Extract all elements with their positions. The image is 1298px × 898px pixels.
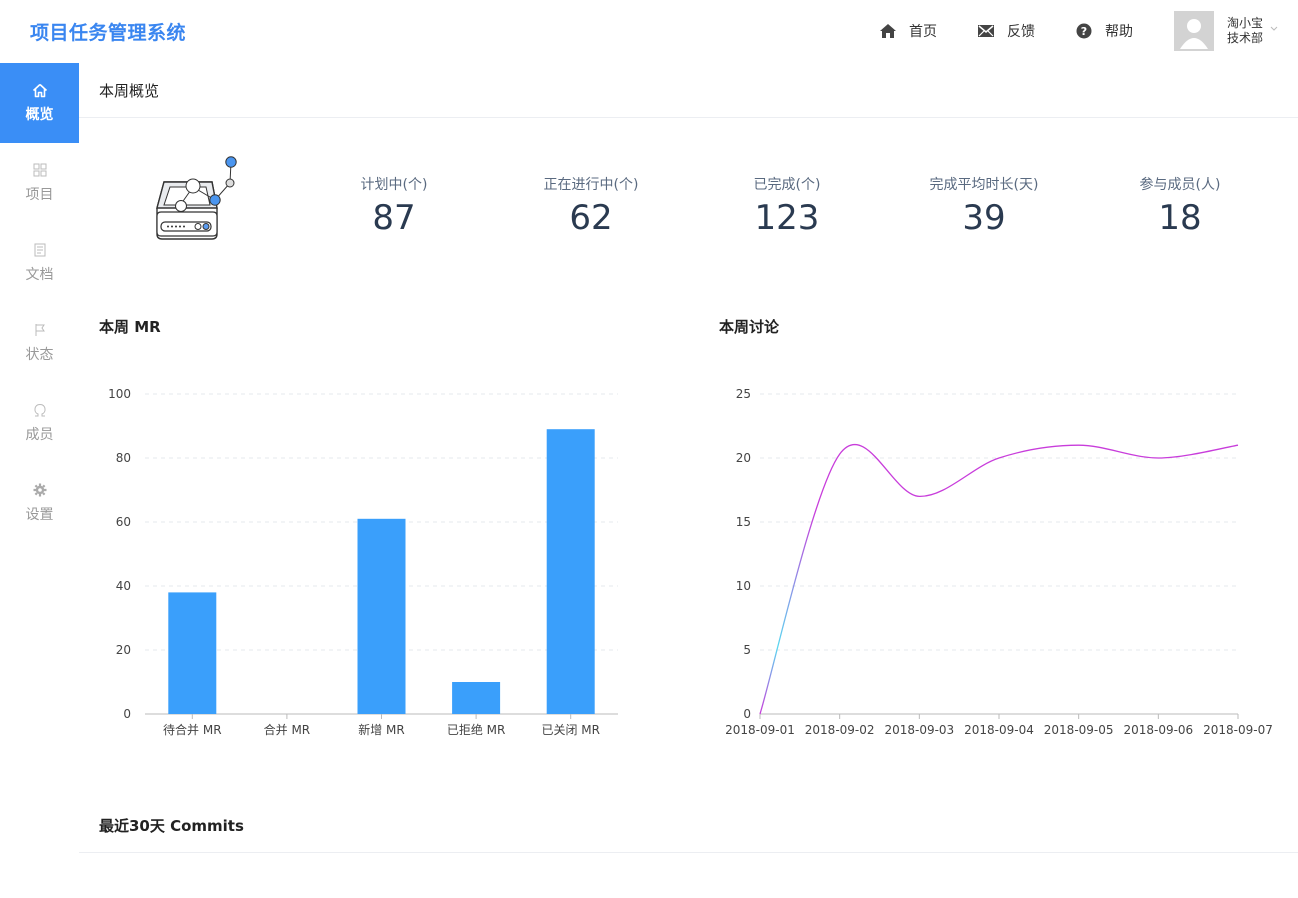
stat-planned: 计划中(个) 87 — [304, 174, 484, 238]
bar — [357, 518, 406, 714]
stat-label: 已完成(个) — [753, 177, 821, 193]
bar — [168, 592, 217, 714]
chevron-down-icon — [1270, 25, 1278, 35]
stat-label: 正在进行中(个) — [543, 177, 639, 193]
grid-icon — [32, 162, 48, 178]
x-tick-label: 已关闭 MR — [541, 723, 600, 737]
stat-avg-duration: 完成平均时长(天) 39 — [894, 174, 1074, 238]
sidebar: 概览 项目 文档 状态 成员 设置 — [0, 63, 79, 898]
sidebar-item-overview[interactable]: 概览 — [0, 63, 79, 143]
sidebar-item-settings[interactable]: 设置 — [0, 463, 79, 543]
sidebar-item-status[interactable]: 状态 — [0, 303, 79, 383]
discussion-line-chart: 0 5 10 15 20 25 2018-09-01 2018-09-02 2018-09-03… — [725, 387, 1273, 737]
member-icon — [32, 402, 48, 418]
nav-help-label: 帮助 — [1105, 24, 1133, 40]
y-tick-label: 0 — [743, 707, 751, 721]
app-title[interactable]: 项目任务管理系统 — [30, 18, 186, 45]
y-tick-label: 80 — [116, 451, 131, 465]
mr-bar-chart: 0 20 40 60 80 100 待合并 MR 合并 MR 新增 MR 已拒绝 MR 已关闭 MR — [108, 387, 618, 737]
x-tick-label: 合并 MR — [264, 722, 311, 737]
y-tick-label: 40 — [116, 579, 131, 593]
y-tick-label: 5 — [743, 643, 751, 657]
x-tick-label: 2018-09-04 — [964, 723, 1034, 737]
sidebar-item-projects[interactable]: 项目 — [0, 143, 79, 223]
stat-in-progress: 正在进行中(个) 62 — [501, 174, 681, 238]
commits-divider — [79, 852, 1298, 853]
stat-completed: 已完成(个) 123 — [697, 174, 877, 238]
user-menu[interactable]: 淘小宝 技术部 — [1174, 11, 1278, 51]
y-tick-label: 60 — [116, 515, 131, 529]
nav-home-link[interactable]: 首页 — [879, 21, 937, 41]
x-tick-label: 2018-09-02 — [805, 723, 875, 737]
sidebar-item-members[interactable]: 成员 — [0, 383, 79, 463]
user-name: 淘小宝 — [1227, 16, 1264, 30]
commits-title: 最近30天 Commits — [99, 817, 244, 835]
nav-feedback-link[interactable]: 反馈 — [977, 21, 1035, 41]
bar — [546, 429, 595, 714]
top-bar: 项目任务管理系统 首页 反馈 ? 帮助 淘小宝 技术部 — [0, 0, 1298, 63]
stat-label: 参与成员(人) — [1139, 177, 1221, 193]
x-tick-label: 2018-09-03 — [884, 723, 954, 737]
avatar — [1174, 11, 1214, 51]
y-tick-label: 10 — [736, 579, 751, 593]
mail-icon — [977, 22, 995, 40]
stat-value: 123 — [754, 198, 820, 238]
nav-home-label: 首页 — [909, 24, 937, 40]
y-tick-label: 25 — [736, 387, 751, 401]
x-tick-label: 2018-09-01 — [725, 723, 795, 737]
x-tick-label: 待合并 MR — [163, 722, 222, 737]
server-illustration — [150, 152, 245, 244]
sidebar-item-label: 项目 — [25, 187, 54, 203]
stat-label: 完成平均时长(天) — [929, 177, 1039, 193]
document-icon — [32, 242, 48, 258]
x-tick-label: 已拒绝 MR — [447, 722, 506, 737]
gear-icon — [32, 482, 48, 498]
stat-value: 39 — [962, 198, 1006, 238]
sidebar-item-label: 状态 — [25, 347, 54, 363]
help-icon: ? — [1075, 22, 1093, 40]
stat-value: 87 — [372, 198, 416, 238]
nav-help-link[interactable]: ? 帮助 — [1075, 21, 1133, 41]
x-tick-label: 2018-09-06 — [1123, 723, 1193, 737]
y-tick-label: 20 — [116, 643, 131, 657]
x-tick-label: 2018-09-05 — [1044, 723, 1114, 737]
mr-chart-title: 本周 MR — [99, 318, 161, 336]
y-tick-label: 100 — [108, 387, 131, 401]
nav-feedback-label: 反馈 — [1007, 24, 1035, 40]
flag-icon — [32, 322, 48, 338]
sidebar-item-label: 设置 — [25, 507, 54, 523]
sidebar-item-label: 概览 — [25, 107, 54, 123]
series-line — [759, 444, 1239, 715]
sidebar-item-label: 文档 — [25, 267, 54, 283]
y-tick-label: 20 — [736, 451, 751, 465]
stat-value: 62 — [569, 198, 613, 238]
stat-members: 参与成员(人) 18 — [1090, 174, 1270, 238]
sidebar-item-docs[interactable]: 文档 — [0, 223, 79, 303]
overview-divider — [79, 117, 1298, 118]
bar — [452, 682, 501, 714]
discussion-chart-title: 本周讨论 — [719, 318, 780, 336]
x-tick-label: 2018-09-07 — [1203, 723, 1273, 737]
overview-title: 本周概览 — [99, 82, 160, 100]
home-icon — [879, 22, 897, 40]
y-tick-label: 0 — [123, 707, 131, 721]
stat-value: 18 — [1158, 198, 1202, 238]
sidebar-item-label: 成员 — [25, 427, 54, 443]
home-icon — [32, 82, 48, 98]
user-department: 技术部 — [1227, 31, 1264, 45]
stat-label: 计划中(个) — [360, 177, 428, 193]
x-tick-label: 新增 MR — [358, 722, 405, 737]
svg-text:?: ? — [1081, 25, 1087, 38]
y-tick-label: 15 — [736, 515, 751, 529]
